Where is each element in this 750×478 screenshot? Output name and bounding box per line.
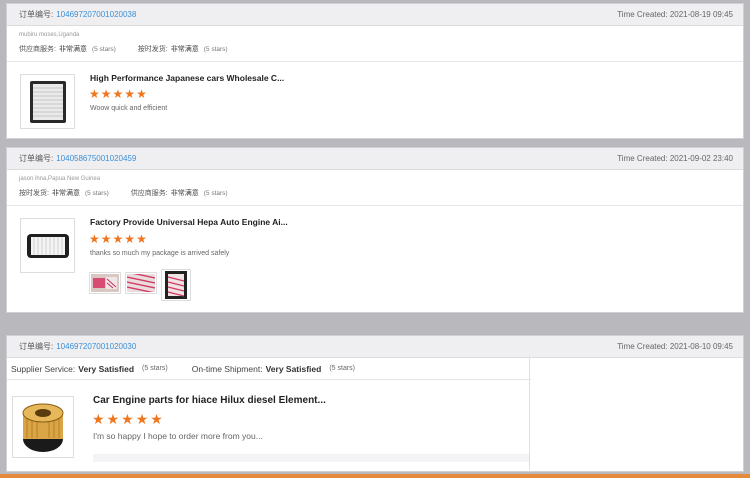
star-icon: ★: [89, 232, 100, 246]
review-comment: thanks so much my package is arrived saf…: [90, 250, 230, 257]
review-comment: Woow quick and efficient: [90, 105, 168, 112]
rating-stars-note: (5 stars): [91, 45, 116, 53]
product-thumbnail[interactable]: [20, 218, 75, 273]
star-icon: ★: [136, 87, 147, 101]
review-comment: I'm so happy I hope to order more from y…: [93, 431, 263, 441]
order-number-link[interactable]: 104697207001020038: [56, 10, 136, 19]
order-header: 订单编号: 104058675001020459 Time Created: 20…: [7, 148, 743, 170]
star-icon: ★: [92, 411, 105, 427]
divider: [7, 61, 743, 62]
vertical-divider: [529, 358, 530, 470]
product-title[interactable]: Car Engine parts for hiace Hilux diesel …: [93, 395, 326, 406]
order-card-2: 订单编号: 104058675001020459 Time Created: 20…: [6, 147, 744, 313]
product-title[interactable]: High Performance Japanese cars Wholesale…: [90, 73, 284, 83]
bottom-accent-bar: [0, 474, 750, 478]
rating-supplier-service: 供应商服务: 非常满意 (5 stars): [131, 188, 228, 198]
star-icon: ★: [124, 87, 136, 101]
rating-stars-note: (5 stars): [329, 365, 356, 372]
rating-stars-note: (5 stars): [142, 365, 168, 372]
rating-label: 供应商服务:: [130, 190, 168, 197]
star-icon: ★: [136, 232, 147, 246]
star-icon: ★: [124, 232, 136, 246]
rating-stars-note: (5 stars): [203, 189, 228, 197]
buyer-name: jason ihna,Papua New Guinea: [19, 176, 101, 182]
rating-stars-note: (5 stars): [203, 45, 228, 53]
air-filter-panel-icon: [29, 80, 66, 123]
review-photo-3[interactable]: [161, 269, 191, 301]
star-icon: ★: [121, 411, 134, 427]
star-icon: ★: [100, 232, 112, 246]
ratings-row: 按时发货: 非常满意 (5 stars) 供应商服务: 非常满意 (5 star…: [19, 187, 743, 199]
time-created: Time Created: 2021-08-19 09:45: [617, 10, 733, 19]
order-header: 订单编号: 104697207001020038 Time Created: 20…: [7, 4, 743, 26]
comment-box-bottom: [93, 454, 529, 462]
star-icon: ★: [135, 411, 149, 427]
star-icon: ★: [89, 87, 100, 101]
rating-label: Supplier Service:: [11, 363, 76, 374]
star-rating: ★ ★ ★ ★ ★: [89, 233, 147, 245]
product-thumbnail[interactable]: [12, 396, 74, 458]
order-card-1: 订单编号: 104697207001020038 Time Created: 20…: [6, 3, 744, 139]
rating-value: Very Satisfied: [265, 363, 322, 374]
rating-on-time-shipment: On-time Shipment: Very Satisfied (5 star…: [192, 364, 355, 374]
rating-stars-note: (5 stars): [84, 189, 109, 197]
order-header: 订单编号: 104697207001020030 Time Created: 20…: [7, 336, 743, 358]
star-icon: ★: [112, 87, 124, 101]
time-created: Time Created: 2021-09-02 23:40: [617, 154, 733, 163]
package-photo-icon: [91, 274, 119, 292]
order-number-link[interactable]: 104697207001020030: [56, 342, 136, 351]
order-number-label: 订单编号:: [19, 10, 54, 19]
buyer-name: mubiru moses,Uganda: [19, 32, 80, 38]
divider: [7, 205, 743, 206]
product-thumbnail[interactable]: [20, 74, 75, 129]
rating-label: 按时发货:: [137, 46, 168, 53]
rating-value: Very Satisfied: [78, 363, 135, 374]
rating-on-time-shipment: 按时发货: 非常满意 (5 stars): [19, 188, 109, 198]
review-photo-2[interactable]: [125, 272, 157, 294]
fuel-filter-icon: [22, 403, 64, 452]
star-icon: ★: [106, 411, 120, 427]
rating-label: On-time Shipment:: [191, 363, 263, 374]
rating-supplier-service: 供应商服务: 非常满意 (5 stars): [19, 44, 116, 54]
star-icon: ★: [100, 87, 112, 101]
rating-value: 非常满意: [170, 46, 199, 53]
star-rating: ★ ★ ★ ★ ★: [89, 88, 147, 100]
ratings-row: Supplier Service: Very Satisfied (5 star…: [7, 358, 531, 380]
order-number-link[interactable]: 104058675001020459: [56, 154, 136, 163]
rating-value: 非常满意: [58, 46, 87, 53]
star-icon: ★: [112, 232, 124, 246]
package-photo-icon: [165, 271, 187, 299]
order-number-label: 订单编号:: [19, 154, 54, 163]
package-photo-icon: [127, 274, 155, 292]
rating-value: 非常满意: [51, 190, 80, 197]
rating-supplier-service: Supplier Service: Very Satisfied (5 star…: [11, 364, 168, 374]
order-card-3: 订单编号: 104697207001020030 Time Created: 20…: [6, 335, 744, 472]
rating-on-time-shipment: 按时发货: 非常满意 (5 stars): [138, 44, 228, 54]
order-number-label: 订单编号:: [19, 342, 54, 351]
star-rating: ★ ★ ★ ★ ★: [92, 412, 163, 426]
star-icon: ★: [150, 411, 163, 427]
rating-label: 按时发货:: [19, 190, 49, 197]
review-photo-1[interactable]: [89, 272, 121, 294]
air-filter-frame-icon: [26, 233, 69, 258]
time-created: Time Created: 2021-08-10 09:45: [617, 342, 733, 351]
rating-label: 供应商服务:: [19, 46, 56, 53]
ratings-row: 供应商服务: 非常满意 (5 stars) 按时发货: 非常满意 (5 star…: [19, 43, 743, 55]
product-title[interactable]: Factory Provide Universal Hepa Auto Engi…: [90, 217, 288, 227]
rating-value: 非常满意: [170, 190, 199, 197]
